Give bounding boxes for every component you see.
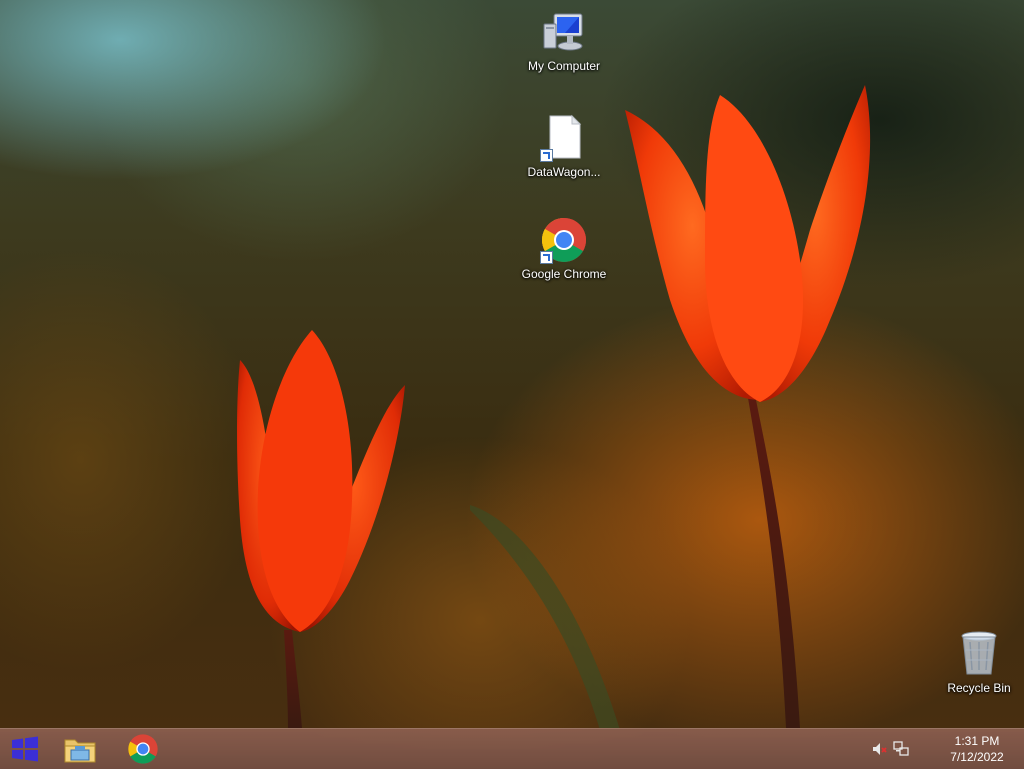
document-icon [540, 114, 588, 162]
shortcut-arrow-icon [540, 251, 553, 264]
computer-icon [540, 8, 588, 56]
desktop-icon-label: DataWagon... [527, 165, 601, 179]
shortcut-arrow-icon [540, 149, 553, 162]
taskbar-clock[interactable]: 1:31 PM 7/12/2022 [930, 729, 1024, 769]
tulip-wallpaper-art [237, 85, 871, 730]
desktop-icon-label: Google Chrome [521, 267, 607, 281]
network-icon[interactable] [890, 738, 912, 760]
system-tray [868, 729, 912, 769]
taskbar-chrome[interactable] [115, 729, 171, 769]
chrome-icon [128, 734, 158, 764]
start-button[interactable] [0, 729, 50, 769]
desktop-icon-my-computer[interactable]: My Computer [516, 8, 612, 74]
taskbar: 1:31 PM 7/12/2022 [0, 728, 1024, 769]
chrome-icon [540, 216, 588, 264]
windows-logo-icon [12, 736, 38, 762]
desktop-icon-recycle-bin[interactable]: Recycle Bin [931, 630, 1024, 696]
taskbar-file-explorer[interactable] [52, 729, 108, 769]
clock-date: 7/12/2022 [950, 750, 1004, 764]
desktop-icon-label: My Computer [527, 59, 601, 73]
desktop-icon-google-chrome[interactable]: Google Chrome [516, 216, 612, 282]
folder-icon [64, 739, 96, 763]
desktop-wallpaper [0, 0, 1024, 768]
volume-muted-icon[interactable] [868, 738, 890, 760]
recycle-bin-icon [955, 630, 1003, 678]
clock-time: 1:31 PM [954, 734, 1000, 748]
desktop-icon-datawagon[interactable]: DataWagon... [516, 114, 612, 180]
desktop-icon-label: Recycle Bin [947, 681, 1011, 695]
